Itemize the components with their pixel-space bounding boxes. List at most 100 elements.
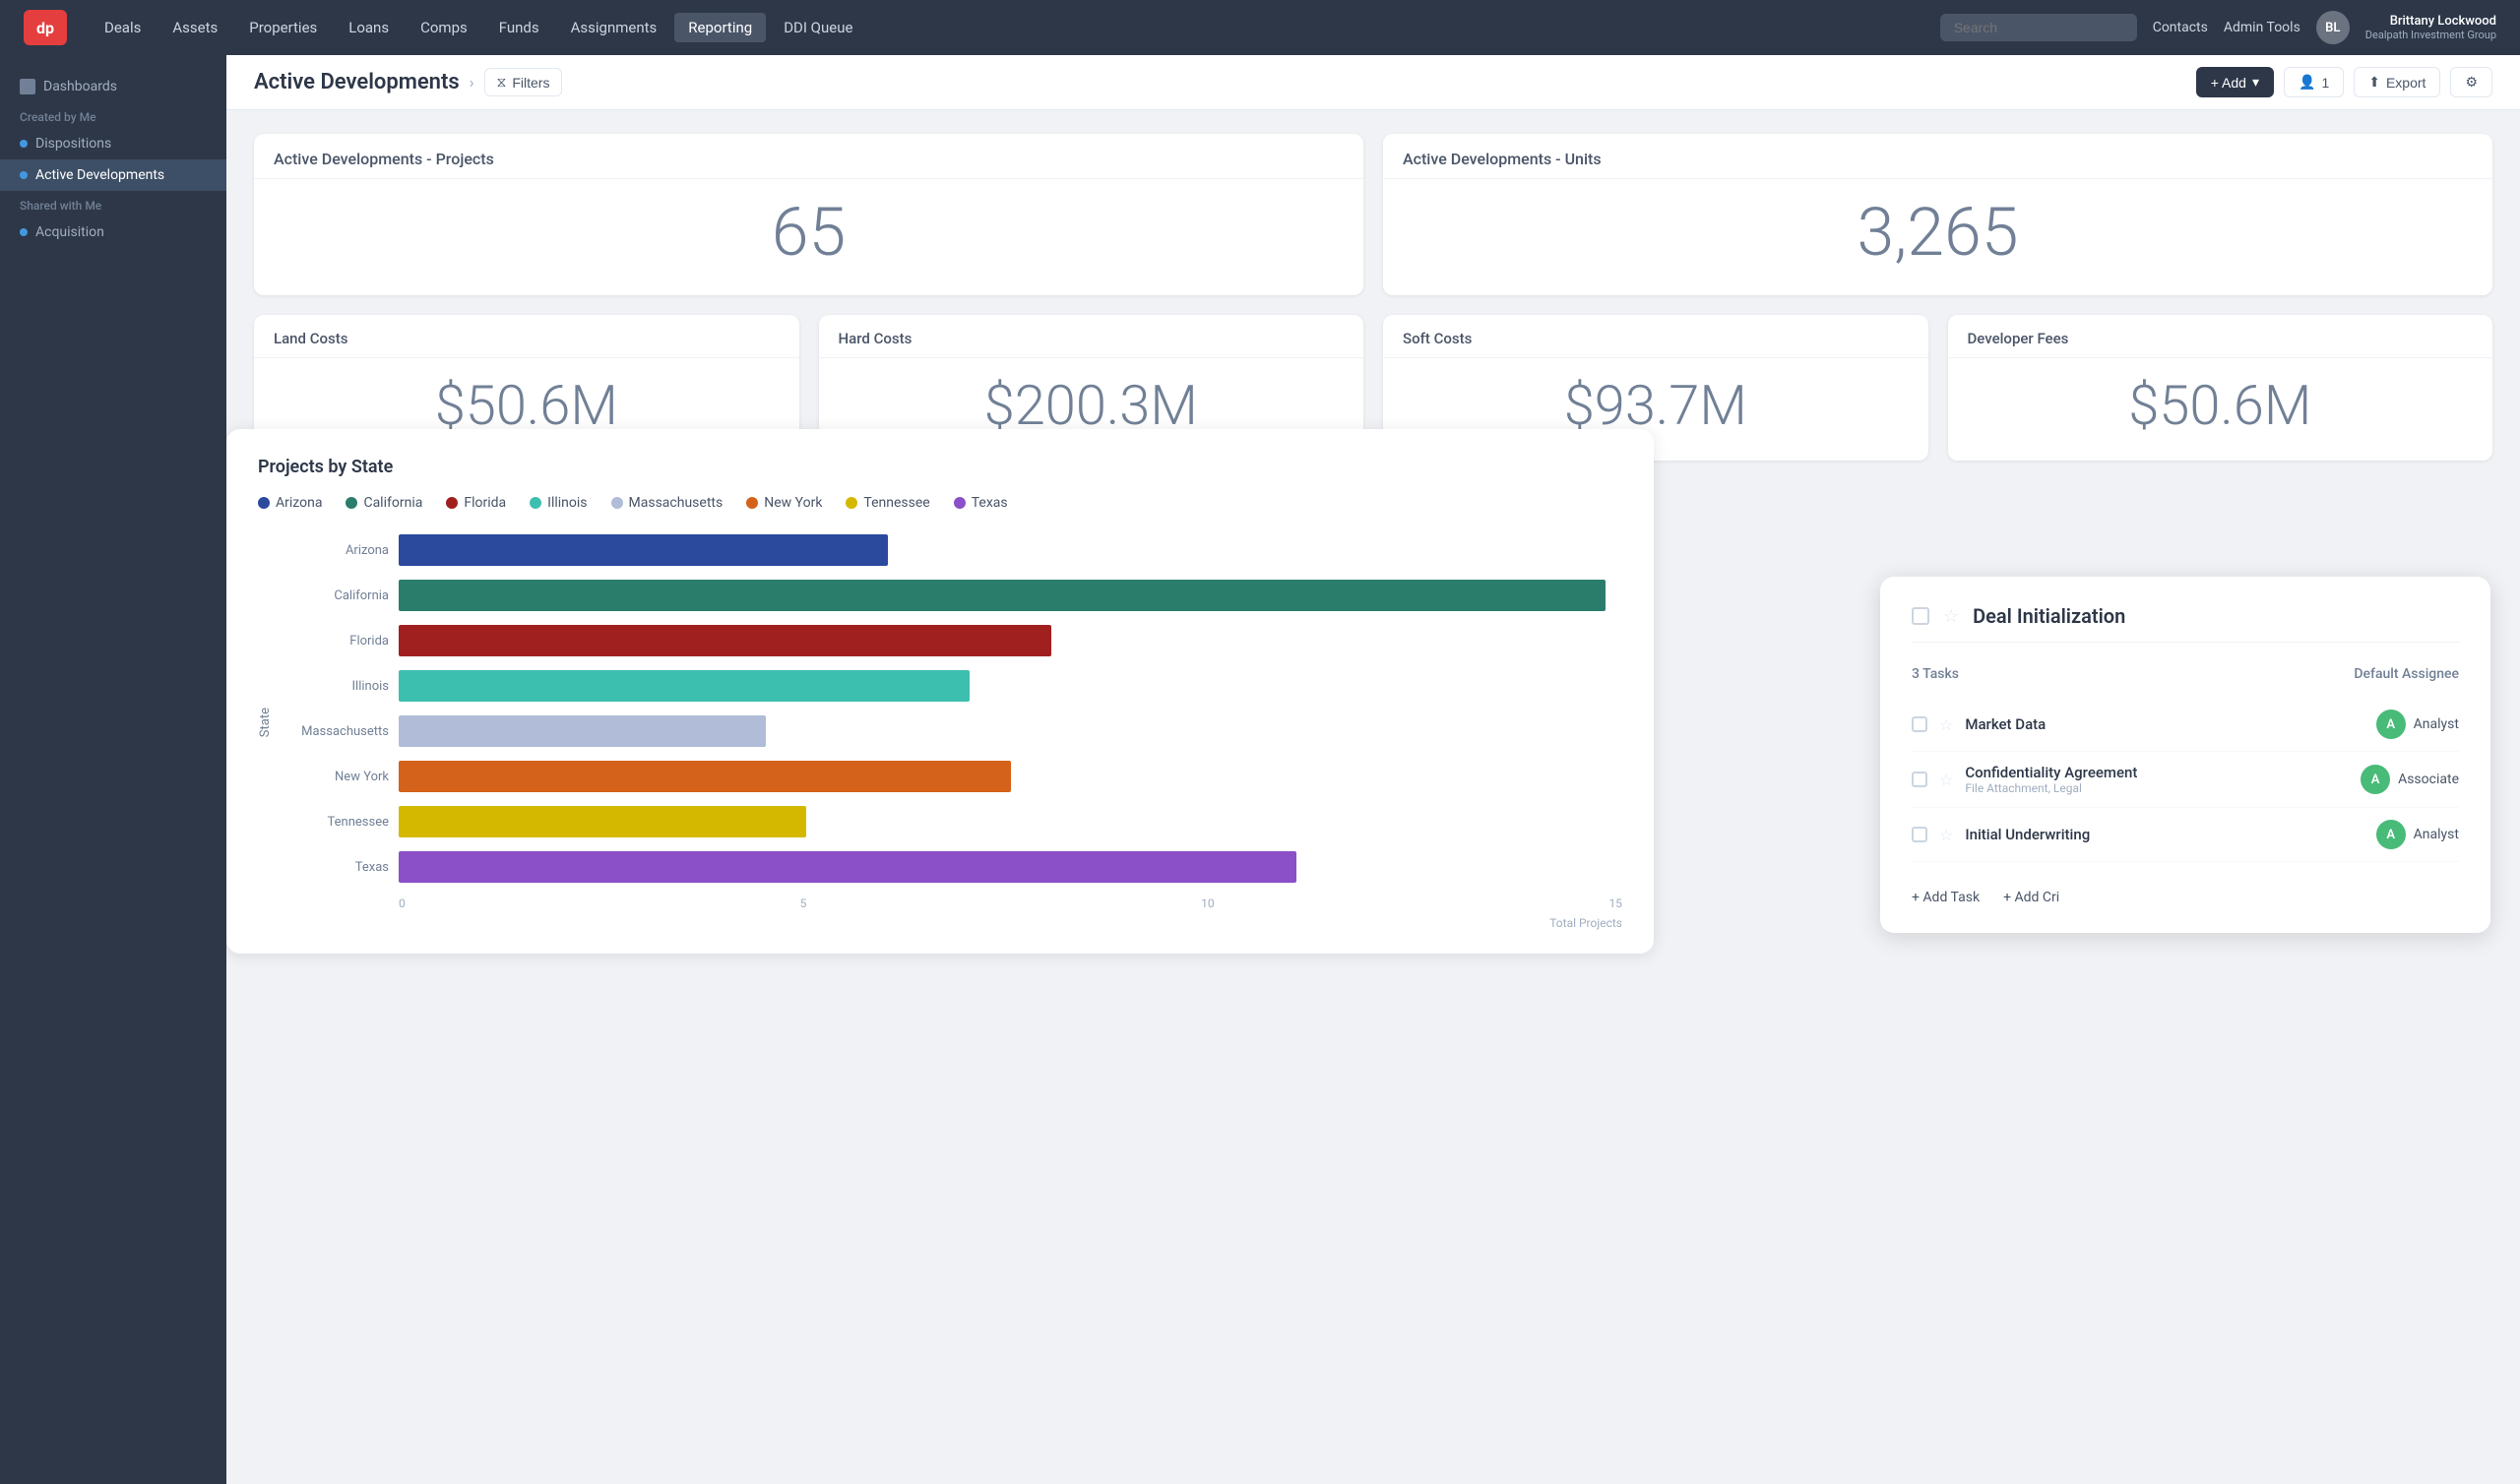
nav-funds[interactable]: Funds bbox=[485, 13, 553, 42]
sidebar-item-dispositions[interactable]: Dispositions bbox=[0, 128, 226, 159]
x-tick: 10 bbox=[1201, 897, 1215, 910]
deal-panel-footer: + Add Task + Add Cri bbox=[1912, 878, 2459, 905]
bar-track bbox=[399, 534, 1622, 566]
task-row: ☆ Initial Underwriting A Analyst bbox=[1912, 808, 2459, 862]
active-developments-label: Active Developments bbox=[35, 167, 164, 183]
export-button[interactable]: ⬆ Export bbox=[2354, 67, 2440, 97]
developer-fees-card: Developer Fees $50.6M bbox=[1948, 315, 2493, 461]
legend-color-tennessee bbox=[846, 497, 857, 509]
user-info: Brittany Lockwood Dealpath Investment Gr… bbox=[2365, 14, 2496, 41]
x-tick: 5 bbox=[800, 897, 807, 910]
bar-row: Arizona bbox=[281, 534, 1622, 566]
x-tick: 0 bbox=[399, 897, 406, 910]
page-title: Active Developments bbox=[254, 70, 460, 94]
units-metric-card: Active Developments - Units 3,265 bbox=[1383, 134, 2492, 295]
bar-track bbox=[399, 670, 1622, 702]
deal-checkbox[interactable] bbox=[1912, 607, 1929, 625]
contacts-link[interactable]: Contacts bbox=[2153, 20, 2208, 35]
task-name: Market Data bbox=[1965, 715, 2363, 733]
task-row: ☆ Confidentiality Agreement File Attachm… bbox=[1912, 752, 2459, 808]
assignee-avatar: A bbox=[2376, 710, 2406, 739]
bar-track bbox=[399, 851, 1622, 883]
bar-track bbox=[399, 715, 1622, 747]
bar-row: Texas bbox=[281, 851, 1622, 883]
search-input[interactable] bbox=[1940, 14, 2137, 41]
content-area: Active Developments › ⧖ Filters + Add ▾ … bbox=[226, 55, 2520, 1484]
legend-item-tennessee: Tennessee bbox=[846, 495, 929, 511]
task-star-icon[interactable]: ☆ bbox=[1939, 771, 1953, 789]
task-assignee: A Analyst bbox=[2376, 820, 2459, 849]
land-costs-label: Land Costs bbox=[274, 330, 347, 347]
nav-loans[interactable]: Loans bbox=[335, 13, 403, 42]
task-checkbox[interactable] bbox=[1912, 716, 1927, 732]
legend-color-california bbox=[346, 497, 357, 509]
projects-metric-card: Active Developments - Projects 65 bbox=[254, 134, 1363, 295]
task-info: Market Data bbox=[1965, 715, 2363, 733]
add-task-button[interactable]: + Add Task bbox=[1912, 890, 1980, 905]
share-icon: 👤 bbox=[2299, 74, 2315, 91]
avatar[interactable]: BL bbox=[2316, 11, 2350, 44]
add-button[interactable]: + Add ▾ bbox=[2196, 67, 2274, 97]
task-star-icon[interactable]: ☆ bbox=[1939, 715, 1953, 734]
x-axis: 051015 bbox=[399, 897, 1622, 910]
developer-fees-header: Developer Fees bbox=[1948, 315, 2493, 358]
bar-state-label: Massachusetts bbox=[281, 724, 389, 739]
share-button[interactable]: 👤 1 bbox=[2284, 67, 2344, 97]
bar-fill bbox=[399, 580, 1606, 611]
legend-label-illinois: Illinois bbox=[547, 495, 587, 511]
bar-row: Illinois bbox=[281, 670, 1622, 702]
add-label: + Add bbox=[2211, 75, 2246, 91]
task-star-icon[interactable]: ☆ bbox=[1939, 826, 1953, 844]
legend-color-massachusetts bbox=[611, 497, 623, 509]
sidebar-item-active-developments[interactable]: Active Developments bbox=[0, 159, 226, 191]
dispositions-label: Dispositions bbox=[35, 136, 111, 152]
export-icon: ⬆ bbox=[2368, 74, 2380, 91]
deal-star-icon[interactable]: ☆ bbox=[1943, 606, 1959, 627]
bar-fill bbox=[399, 625, 1051, 656]
bar-fill bbox=[399, 715, 766, 747]
task-checkbox[interactable] bbox=[1912, 827, 1927, 842]
admin-tools-link[interactable]: Admin Tools bbox=[2224, 20, 2300, 35]
add-cri-button[interactable]: + Add Cri bbox=[2003, 890, 2059, 905]
hard-costs-label: Hard Costs bbox=[839, 330, 913, 347]
nav-deals[interactable]: Deals bbox=[91, 13, 155, 42]
nav-menu: Deals Assets Properties Loans Comps Fund… bbox=[91, 13, 1940, 42]
main-layout: Dashboards Created by Me Dispositions Ac… bbox=[0, 55, 2520, 1484]
deal-panel-header: ☆ Deal Initialization bbox=[1912, 604, 2459, 643]
bar-track bbox=[399, 625, 1622, 656]
chart-panel: Projects by State ArizonaCaliforniaFlori… bbox=[226, 429, 1654, 954]
nav-comps[interactable]: Comps bbox=[407, 13, 481, 42]
nav-right-section: Contacts Admin Tools BL Brittany Lockwoo… bbox=[2153, 11, 2496, 44]
developer-fees-value: $50.6M bbox=[1948, 358, 2493, 461]
task-checkbox[interactable] bbox=[1912, 772, 1927, 787]
y-axis-label: State bbox=[258, 708, 273, 737]
logo[interactable]: dp bbox=[24, 10, 67, 45]
nav-assignments[interactable]: Assignments bbox=[557, 13, 671, 42]
filter-label: Filters bbox=[512, 75, 549, 91]
legend-item-new york: New York bbox=[746, 495, 822, 511]
bar-row: Florida bbox=[281, 625, 1622, 656]
legend-color-new york bbox=[746, 497, 758, 509]
sidebar-dashboards: Dashboards bbox=[0, 71, 226, 102]
dispositions-dot bbox=[20, 140, 28, 148]
legend-label-new york: New York bbox=[764, 495, 822, 511]
filters-button[interactable]: ⧖ Filters bbox=[484, 68, 563, 96]
nav-assets[interactable]: Assets bbox=[158, 13, 231, 42]
legend-item-california: California bbox=[346, 495, 422, 511]
settings-button[interactable]: ⚙ bbox=[2450, 67, 2492, 97]
legend-item-illinois: Illinois bbox=[530, 495, 587, 511]
nav-ddi-queue[interactable]: DDI Queue bbox=[770, 13, 866, 42]
bar-fill bbox=[399, 670, 970, 702]
nav-reporting[interactable]: Reporting bbox=[674, 13, 766, 42]
export-label: Export bbox=[2386, 75, 2426, 91]
legend-color-florida bbox=[446, 497, 458, 509]
dashboard-icon bbox=[20, 79, 35, 94]
bar-fill bbox=[399, 806, 806, 837]
user-org: Dealpath Investment Group bbox=[2365, 29, 2496, 41]
dashboards-label[interactable]: Dashboards bbox=[43, 79, 117, 94]
assignee-name: Analyst bbox=[2414, 827, 2459, 842]
legend-label-california: California bbox=[363, 495, 422, 511]
sidebar-item-acquisition[interactable]: Acquisition bbox=[0, 216, 226, 248]
bar-track bbox=[399, 806, 1622, 837]
nav-properties[interactable]: Properties bbox=[235, 13, 331, 42]
